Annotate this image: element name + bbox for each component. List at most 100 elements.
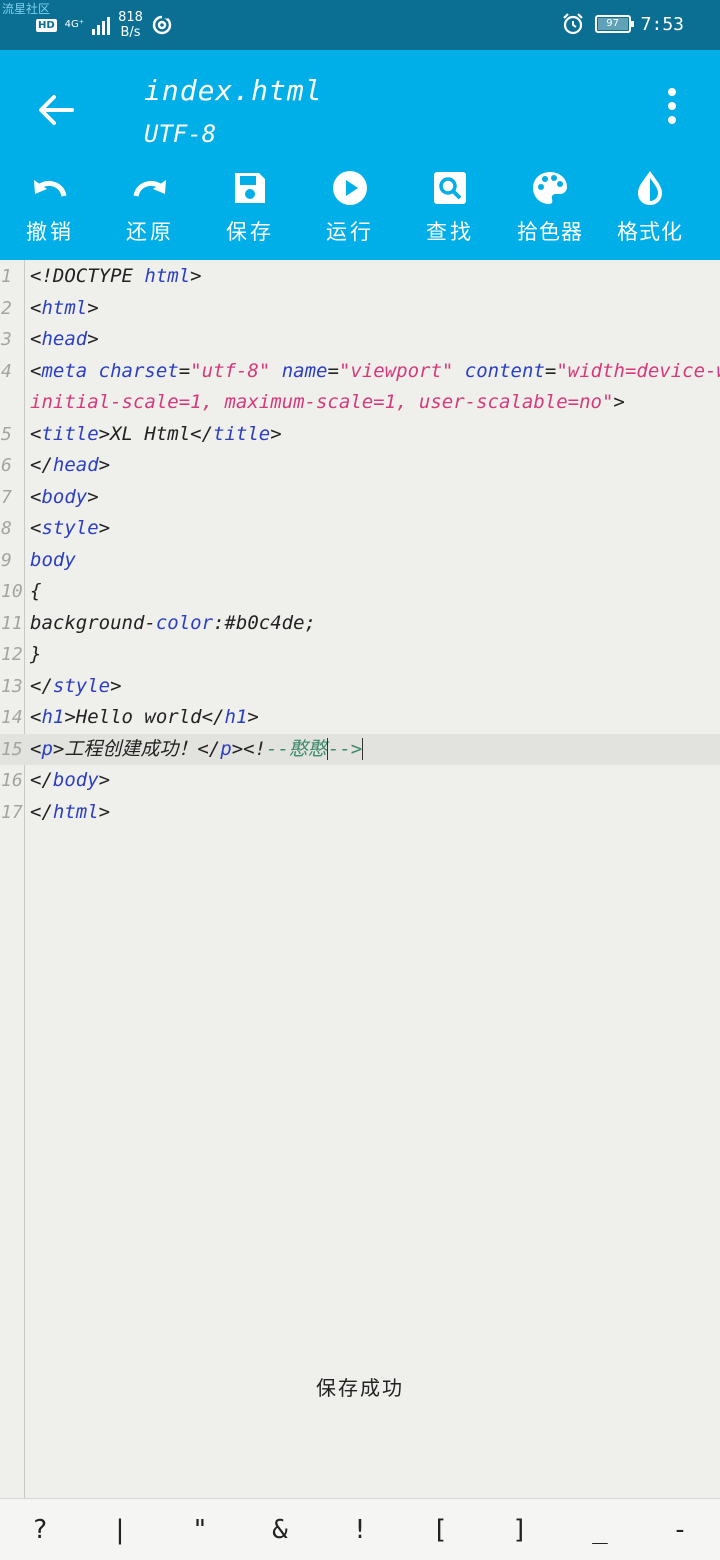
code-token: p [41, 737, 53, 760]
save-label: 保存 [226, 220, 274, 244]
line-number: 5 [1, 423, 12, 445]
symbol-key[interactable]: _ [560, 1499, 640, 1560]
symbol-key[interactable]: ? [0, 1499, 80, 1560]
code-token: >XL Html</ [98, 422, 214, 445]
code-token: > [98, 800, 111, 823]
symbol-key[interactable]: [ [400, 1499, 480, 1560]
code-token: < [30, 359, 42, 382]
speed-unit: B/s [120, 25, 141, 40]
symbol-key[interactable]: & [240, 1499, 320, 1560]
app-bar: index.html UTF-8 撤销 还原 保存 运行 查找 拾色器 格式化 [0, 50, 720, 310]
file-encoding: UTF-8 [144, 120, 217, 148]
redo-button[interactable]: 还原 [100, 168, 200, 252]
symbol-key[interactable]: " [160, 1499, 240, 1560]
code-token: <!DOCTYPE [30, 265, 145, 287]
code-line[interactable]: 15 <p>工程创建成功！</p><!--憨憨--> [0, 733, 720, 765]
code-line[interactable]: 2 <html> [0, 293, 720, 325]
code-token: = [544, 359, 557, 382]
code-line[interactable]: initial-scale=1, maximum-scale=1, user-s… [0, 387, 720, 419]
format-button[interactable]: 格式化 [600, 168, 700, 252]
line-number: 16 [1, 770, 23, 791]
search-icon [434, 172, 466, 204]
code-text: <title>XL Html</title> [30, 419, 282, 451]
code-token: < [30, 422, 42, 445]
code-line[interactable]: 4 <meta charset="utf-8" name="viewport" c… [0, 356, 720, 388]
code-token: head [52, 454, 99, 476]
network-type: 4G⁺ [64, 19, 85, 30]
battery-icon: 97 [594, 15, 634, 33]
arrow-left-icon [39, 95, 74, 125]
signal-icon [92, 15, 111, 35]
code-token: ><! [231, 737, 267, 760]
code-token: body [30, 548, 76, 571]
code-line[interactable]: 12} [0, 639, 720, 671]
save-toast: 保存成功 [316, 1376, 404, 1400]
code-token: > [270, 422, 282, 445]
symbol-key[interactable]: ! [320, 1499, 400, 1560]
code-token: "width=device-width, [556, 359, 720, 382]
line-number: 12 [1, 644, 23, 665]
line-number: 14 [1, 707, 23, 728]
code-text: <!DOCTYPE html> [30, 261, 202, 293]
code-line[interactable]: 6 </head> [0, 450, 720, 482]
code-editor[interactable]: 1 <!DOCTYPE html> 2 <html> 3 <head> 4 <meta cha… [0, 260, 720, 1498]
code-line[interactable]: 16 </body> [0, 765, 720, 797]
line-number: 2 [1, 297, 12, 319]
status-bar: 流星社区 HD 4G⁺ 818 B/s 97 7:53 [0, 0, 720, 50]
color-picker-button[interactable]: 拾色器 [500, 168, 600, 252]
code-token: < [30, 737, 42, 760]
code-line[interactable]: 1 <!DOCTYPE html> [0, 261, 720, 293]
symbol-key[interactable]: | [80, 1499, 160, 1560]
code-token: html [144, 265, 191, 287]
code-line[interactable]: 11 background-color:#b0c4de; [0, 608, 720, 640]
code-token: charset [98, 359, 179, 382]
redo-label: 还原 [126, 220, 174, 244]
code-token: content [464, 359, 545, 382]
code-token: name [281, 359, 328, 382]
symbol-key[interactable]: ] [480, 1499, 560, 1560]
code-token: "utf-8" [190, 359, 271, 382]
code-token: title [41, 422, 99, 445]
code-text: </body> [30, 765, 110, 797]
code-token: > [98, 769, 111, 791]
code-token: --憨憨 [266, 737, 327, 760]
code-token: > [98, 454, 111, 476]
code-line[interactable]: 17 </html> [0, 797, 720, 829]
line-number: 7 [1, 486, 12, 508]
editor-toolbar: 撤销 还原 保存 运行 查找 拾色器 格式化 [0, 168, 720, 252]
code-token: "viewport" [338, 359, 454, 382]
code-line[interactable]: 14 <h1>Hello world</h1> [0, 702, 720, 734]
code-token: :#b0c4de; [213, 611, 316, 634]
code-line[interactable]: 5 <title>XL Html</title> [0, 419, 720, 451]
symbol-key[interactable]: - [640, 1499, 720, 1560]
code-text: </html> [30, 797, 110, 829]
battery-level: 97 [606, 18, 619, 29]
code-token: = [327, 359, 339, 382]
line-number: 10 [1, 581, 23, 602]
code-token: > [87, 328, 99, 350]
back-button[interactable] [28, 82, 84, 138]
code-text: <head> [30, 324, 99, 356]
code-line[interactable]: 13 </style> [0, 671, 720, 703]
run-button[interactable]: 运行 [300, 168, 400, 252]
save-button[interactable]: 保存 [200, 168, 300, 252]
find-button[interactable]: 查找 [400, 168, 500, 252]
code-text: </style> [30, 671, 122, 703]
code-text: initial-scale=1, maximum-scale=1, user-s… [30, 387, 625, 419]
code-line[interactable]: 9 body [0, 545, 720, 577]
code-token: title [213, 422, 271, 445]
clock: 7:53 [640, 13, 684, 35]
code-line[interactable]: 10 { [0, 576, 720, 608]
code-line[interactable]: 7 <body> [0, 482, 720, 514]
undo-button[interactable]: 撤销 [0, 168, 100, 252]
code-text: </head> [30, 450, 110, 482]
code-token: < [30, 328, 42, 350]
code-line[interactable]: 8 <style> [0, 513, 720, 545]
line-number: 8 [1, 518, 12, 539]
code-token: </ [30, 800, 53, 823]
file-name: index.html [144, 74, 323, 107]
code-line[interactable]: 3 <head> [0, 324, 720, 356]
more-options-button[interactable] [652, 84, 692, 128]
network-speed: 818 B/s [118, 10, 143, 40]
